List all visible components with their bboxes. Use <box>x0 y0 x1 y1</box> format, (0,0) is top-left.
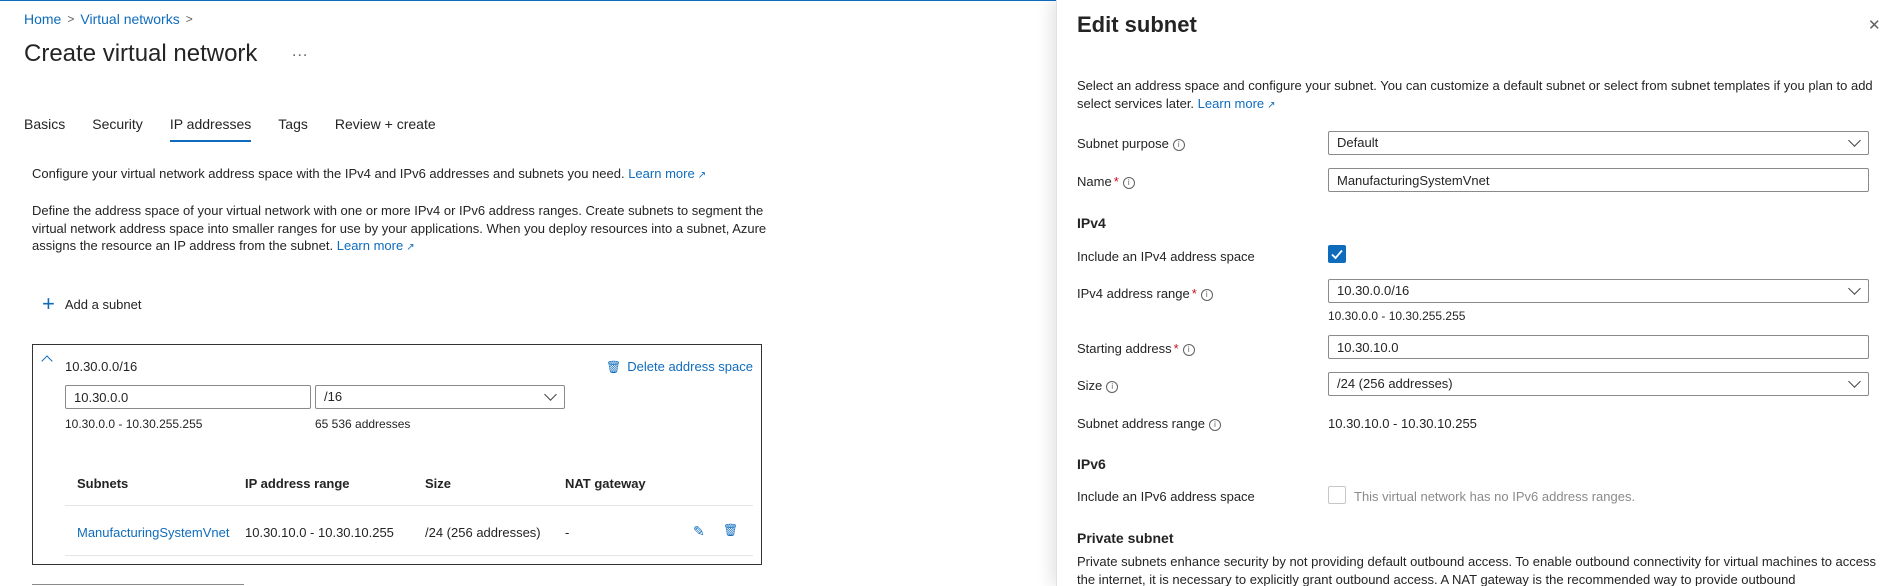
chevron-right-icon: > <box>185 12 193 26</box>
address-range-text: 10.30.0.0 - 10.30.255.255 <box>65 417 203 431</box>
column-header-subnets: Subnets <box>77 476 129 491</box>
required-marker: * <box>1113 174 1119 189</box>
address-space-title: 10.30.0.0/16 <box>65 359 138 374</box>
panel-description: Select an address space and configure yo… <box>1077 78 1873 111</box>
create-vnet-page: Home > Virtual networks > Create virtual… <box>0 0 1056 586</box>
subnet-purpose-label: Subnet purpose i <box>1077 136 1185 151</box>
external-link-icon: ↗ <box>1267 99 1276 111</box>
ipv6-heading: IPv6 <box>1077 456 1106 472</box>
private-subnet-heading: Private subnet <box>1077 530 1174 546</box>
column-header-nat-gateway: NAT gateway <box>565 476 646 491</box>
chevron-up-icon[interactable] <box>41 355 53 367</box>
more-options-icon[interactable]: ... <box>292 43 308 61</box>
trash-icon[interactable]: 🗑 <box>723 523 738 537</box>
bottom-control-edge <box>32 584 244 585</box>
edit-subnet-panel: Edit subnet ✕ Select an address space an… <box>1056 0 1888 586</box>
ipv4-range-label: IPv4 address range * i <box>1077 286 1213 301</box>
column-header-ip-range: IP address range <box>245 476 350 491</box>
size-label: Size i <box>1077 378 1119 393</box>
plus-icon: + <box>42 291 55 316</box>
chevron-down-icon <box>1848 375 1861 388</box>
include-ipv6-label: Include an IPv6 address space <box>1077 489 1255 504</box>
breadcrumb-virtual-networks[interactable]: Virtual networks <box>80 11 179 27</box>
edit-pencil-icon[interactable]: ✎ <box>693 523 705 540</box>
subnet-size: /24 (256 addresses) <box>425 525 541 540</box>
intro-paragraph-2: Define the address space of your virtual… <box>32 203 767 253</box>
name-label: Name * i <box>1077 174 1135 189</box>
learn-more-link[interactable]: Learn more ↗ <box>337 238 415 253</box>
info-icon[interactable]: i <box>1106 380 1119 393</box>
external-link-icon: ↗ <box>406 242 415 253</box>
starting-address-label: Starting address * i <box>1077 341 1195 356</box>
info-icon[interactable]: i <box>1182 343 1195 356</box>
breadcrumb-home[interactable]: Home <box>24 11 61 27</box>
tab-bar: Basics Security IP addresses Tags Review… <box>24 116 463 142</box>
subnet-range-label: Subnet address range i <box>1077 416 1221 431</box>
info-icon[interactable]: i <box>1208 418 1221 431</box>
tab-basics[interactable]: Basics <box>24 116 65 142</box>
tab-ip-addresses[interactable]: IP addresses <box>169 116 252 142</box>
delete-address-space-button[interactable]: 🗑 Delete address space <box>606 359 753 374</box>
learn-more-link[interactable]: Learn more ↗ <box>628 166 706 181</box>
tab-tags[interactable]: Tags <box>278 116 308 142</box>
tab-security[interactable]: Security <box>92 116 143 142</box>
info-icon[interactable]: i <box>1200 288 1213 301</box>
address-space-card: 10.30.0.0/16 🗑 Delete address space /16 … <box>32 344 762 565</box>
starting-address-input[interactable] <box>1328 335 1869 359</box>
panel-title: Edit subnet <box>1077 12 1197 37</box>
required-marker: * <box>1191 286 1197 301</box>
private-subnet-description: Private subnets enhance security by not … <box>1077 554 1877 586</box>
chevron-right-icon: > <box>67 12 75 26</box>
trash-icon: 🗑 <box>606 359 622 374</box>
ipv4-range-select[interactable]: 10.30.0.0/16 <box>1328 279 1869 303</box>
name-input[interactable] <box>1328 168 1869 192</box>
ipv4-heading: IPv4 <box>1077 215 1106 231</box>
subnet-purpose-select[interactable]: Default <box>1328 131 1869 155</box>
page-title: Create virtual network <box>24 40 258 67</box>
include-ipv4-checkbox[interactable] <box>1328 245 1346 263</box>
subnet-name-link[interactable]: ManufacturingSystemVnet <box>77 525 229 540</box>
address-count-text: 65 536 addresses <box>315 417 411 431</box>
intro-paragraph-1: Configure your virtual network address s… <box>32 166 707 181</box>
prefix-select[interactable]: /16 <box>315 385 565 409</box>
required-marker: * <box>1173 341 1179 356</box>
address-input[interactable] <box>65 385 311 409</box>
include-ipv6-checkbox[interactable] <box>1328 486 1346 504</box>
chevron-down-icon <box>1848 282 1861 295</box>
external-link-icon: ↗ <box>697 170 707 181</box>
info-icon[interactable]: i <box>1172 138 1185 151</box>
chevron-down-icon <box>1848 134 1861 147</box>
column-header-size: Size <box>425 476 452 491</box>
size-select[interactable]: /24 (256 addresses) <box>1328 372 1869 396</box>
subnet-nat-gateway: - <box>565 525 570 540</box>
ipv6-note: This virtual network has no IPv6 address… <box>1354 489 1636 504</box>
breadcrumb: Home > Virtual networks > <box>24 11 193 27</box>
subnet-range-value: 10.30.10.0 - 10.30.10.255 <box>1328 416 1477 431</box>
chevron-down-icon <box>544 388 557 401</box>
tab-review-create[interactable]: Review + create <box>335 116 436 142</box>
table-header-divider <box>65 505 753 506</box>
checkmark-icon <box>1331 249 1343 260</box>
close-icon[interactable]: ✕ <box>1868 16 1881 34</box>
table-row-divider <box>65 555 753 556</box>
add-subnet-button[interactable]: + Add a subnet <box>42 291 141 316</box>
subnet-ip-range: 10.30.10.0 - 10.30.10.255 <box>245 525 394 540</box>
include-ipv4-label: Include an IPv4 address space <box>1077 249 1255 264</box>
learn-more-link[interactable]: Learn more ↗ <box>1198 96 1276 111</box>
ipv4-range-hint: 10.30.0.0 - 10.30.255.255 <box>1328 309 1466 323</box>
info-icon[interactable]: i <box>1122 176 1135 189</box>
